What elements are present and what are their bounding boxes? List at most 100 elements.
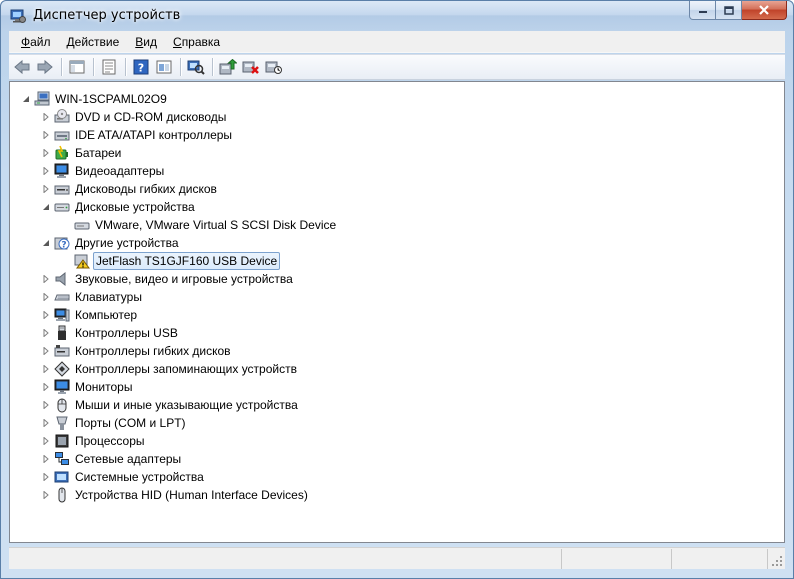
collapsed-arrow-icon[interactable] <box>40 471 52 483</box>
menu-action-label: ействие <box>74 34 120 49</box>
unknown-device-icon: ? <box>54 235 70 251</box>
tree-item-mice[interactable]: Мыши и иные указывающие устройства <box>40 396 300 414</box>
maximize-icon <box>723 5 734 15</box>
tree-item-label: Другие устройства <box>75 236 179 250</box>
tree-item-label: Дисковые устройства <box>75 200 195 214</box>
tree-item-label: Звуковые, видео и игровые устройства <box>75 272 293 286</box>
tree-item-hid[interactable]: Устройства HID (Human Interface Devices) <box>40 486 310 504</box>
tree-item-processors[interactable]: Процессоры <box>40 432 147 450</box>
tree-item-monitors[interactable]: Мониторы <box>40 378 134 396</box>
port-icon <box>54 415 70 431</box>
uninstall-icon <box>242 61 259 74</box>
help-button[interactable]: ? <box>130 56 152 78</box>
collapsed-arrow-icon[interactable] <box>40 399 52 411</box>
toolbar-separator <box>61 58 62 76</box>
tree-item-label: Сетевые адаптеры <box>75 452 182 466</box>
tree-item-label: Мониторы <box>75 380 133 394</box>
expand-arrow-icon[interactable] <box>40 201 52 213</box>
status-segment-3 <box>672 549 768 569</box>
collapsed-arrow-icon[interactable] <box>40 381 52 393</box>
tree-item-usb[interactable]: Контроллеры USB <box>40 324 180 342</box>
tree-item-label: Контроллеры запоминающих устройств <box>75 362 297 376</box>
svg-text:?: ? <box>61 241 66 251</box>
menu-help[interactable]: Справка <box>165 32 228 52</box>
tree-root[interactable]: WIN-1SCPAML02O9 <box>20 90 169 108</box>
menu-help-accel: С <box>173 34 182 49</box>
minimize-button[interactable] <box>689 1 716 20</box>
tree-item-display-adapters[interactable]: Видеоадаптеры <box>40 162 166 180</box>
ide-controller-icon <box>54 127 70 143</box>
processor-icon <box>54 433 70 449</box>
tree-item-label: Порты (COM и LPT) <box>75 416 186 430</box>
tree-item-dvd[interactable]: DVD и CD-ROM дисководы <box>40 108 228 126</box>
battery-icon <box>54 145 70 161</box>
properties-button[interactable] <box>98 56 120 78</box>
tree-item-computer[interactable]: Компьютер <box>40 306 139 324</box>
up-view-icon <box>69 60 85 74</box>
status-segment-main <box>9 549 562 569</box>
collapsed-arrow-icon[interactable] <box>40 417 52 429</box>
collapsed-arrow-icon[interactable] <box>40 489 52 501</box>
computer-icon <box>54 307 70 323</box>
tree-item-vmware-disk[interactable]: VMware, VMware Virtual S SCSI Disk Devic… <box>74 216 338 234</box>
tree-item-ports[interactable]: Порты (COM и LPT) <box>40 414 188 432</box>
expand-arrow-icon[interactable] <box>20 93 32 105</box>
toolbar-separator <box>93 58 94 76</box>
tree-item-other-devices[interactable]: ? Другие устройства <box>40 234 181 252</box>
tree-item-disk-drives[interactable]: Дисковые устройства <box>40 198 197 216</box>
window-title: Диспетчер устройств <box>33 8 181 23</box>
scan-hardware-icon <box>187 60 205 75</box>
tree-item-label: Мыши и иные указывающие устройства <box>75 398 298 412</box>
collapsed-arrow-icon[interactable] <box>40 129 52 141</box>
expand-arrow-icon[interactable] <box>40 237 52 249</box>
title-bar[interactable]: Диспетчер устройств <box>1 1 793 31</box>
menu-view[interactable]: Вид <box>127 32 165 52</box>
close-button[interactable] <box>742 1 787 20</box>
tree-item-keyboards[interactable]: Клавиатуры <box>40 288 144 306</box>
collapsed-arrow-icon[interactable] <box>40 183 52 195</box>
back-button[interactable] <box>11 56 33 78</box>
maximize-button[interactable] <box>716 1 742 20</box>
uninstall-button[interactable] <box>240 56 262 78</box>
tree-item-label: Компьютер <box>75 308 138 322</box>
collapsed-arrow-icon[interactable] <box>40 147 52 159</box>
tree-item-floppy-drives[interactable]: Дисководы гибких дисков <box>40 180 219 198</box>
update-driver-icon <box>219 59 237 75</box>
menu-view-label: ид <box>143 34 158 49</box>
tree-item-ide[interactable]: IDE ATA/ATAPI контроллеры <box>40 126 234 144</box>
toolbar-separator <box>212 58 213 76</box>
scan-hardware-button[interactable] <box>185 56 207 78</box>
tree-item-floppy-controllers[interactable]: Контроллеры гибких дисков <box>40 342 233 360</box>
tree-item-storage-controllers[interactable]: Контроллеры запоминающих устройств <box>40 360 299 378</box>
tree-item-label: Видеоадаптеры <box>75 164 165 178</box>
disable-button[interactable] <box>263 56 285 78</box>
collapsed-arrow-icon[interactable] <box>40 453 52 465</box>
collapsed-arrow-icon[interactable] <box>40 327 52 339</box>
collapsed-arrow-icon[interactable] <box>40 111 52 123</box>
collapsed-arrow-icon[interactable] <box>40 435 52 447</box>
menu-file-label: айл <box>30 34 51 49</box>
view-button[interactable] <box>153 56 175 78</box>
resize-grip-icon[interactable] <box>771 555 783 567</box>
collapsed-arrow-icon[interactable] <box>40 345 52 357</box>
forward-button[interactable] <box>34 56 56 78</box>
collapsed-arrow-icon[interactable] <box>40 165 52 177</box>
tree-item-jetflash[interactable]: JetFlash TS1GJF160 USB Device <box>74 252 281 270</box>
update-driver-button[interactable] <box>217 56 239 78</box>
collapsed-arrow-icon[interactable] <box>40 363 52 375</box>
tree-item-batteries[interactable]: Батареи <box>40 144 123 162</box>
tree-item-network-adapters[interactable]: Сетевые адаптеры <box>40 450 183 468</box>
tree-item-label: Дисководы гибких дисков <box>75 182 217 196</box>
show-hide-console-tree-button[interactable] <box>66 56 88 78</box>
view-icon <box>156 60 172 74</box>
svg-text:?: ? <box>138 62 144 75</box>
tree-item-system-devices[interactable]: Системные устройства <box>40 468 206 486</box>
collapsed-arrow-icon[interactable] <box>40 309 52 321</box>
menu-file[interactable]: Файл <box>13 32 59 52</box>
disk-drive-icon <box>54 199 70 215</box>
device-tree[interactable]: WIN-1SCPAML02O9 DVD и CD-ROM дисководы I… <box>9 81 785 543</box>
tree-item-sound[interactable]: Звуковые, видео и игровые устройства <box>40 270 295 288</box>
collapsed-arrow-icon[interactable] <box>40 291 52 303</box>
collapsed-arrow-icon[interactable] <box>40 273 52 285</box>
menu-action[interactable]: Действие <box>59 32 128 52</box>
